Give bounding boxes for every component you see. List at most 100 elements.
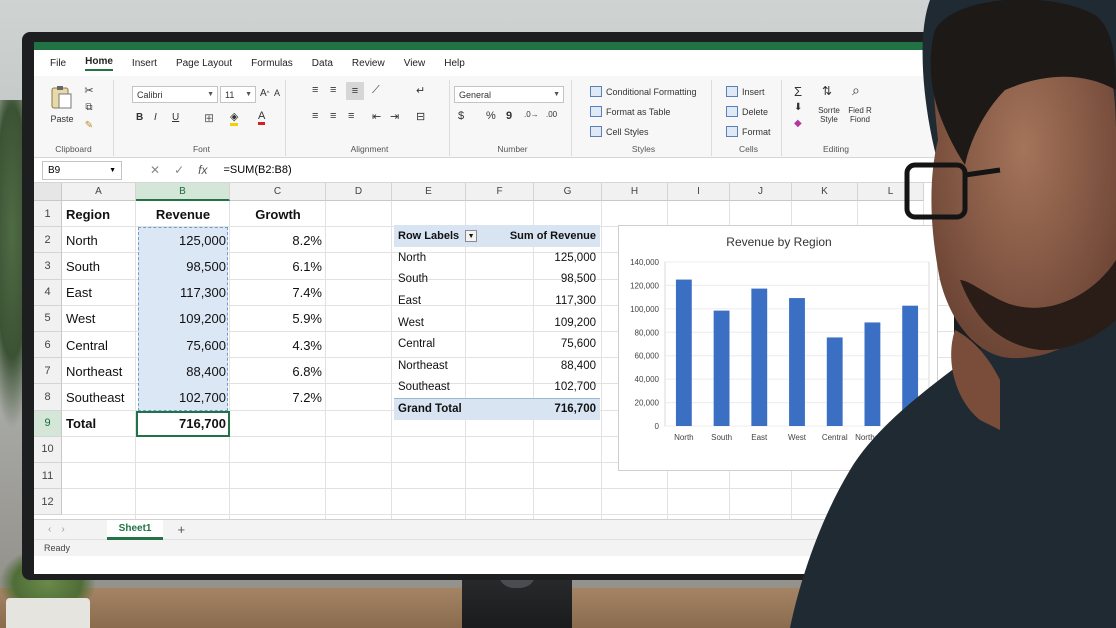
sheet-tab-sheet1[interactable]: Sheet1 <box>106 519 164 540</box>
sheet-nav-arrows-icon[interactable]: ‹› <box>48 524 75 535</box>
menu-tab-page-layout[interactable]: Page Layout <box>176 58 232 69</box>
clear-icon[interactable]: ◆ <box>794 118 802 129</box>
fill-color-icon[interactable]: ◈ <box>230 110 239 126</box>
header-region[interactable]: Region <box>66 201 132 227</box>
cell-revenue[interactable]: 109,200 <box>140 306 226 332</box>
menu-tab-view[interactable]: View <box>404 58 426 69</box>
spreadsheet-grid[interactable]: A B C D E F G H I J K L 1 2 3 4 5 6 7 8 9 10 11 12 Region Revenue… <box>34 183 954 519</box>
pivot-row-label[interactable]: Central <box>398 333 498 355</box>
cell-region[interactable]: Northeast <box>66 358 132 384</box>
underline-button[interactable]: U <box>172 112 179 123</box>
name-box[interactable]: B9 ▼ <box>42 160 122 180</box>
align-top-icon[interactable]: ≡ <box>312 84 318 96</box>
delete-cells-button[interactable]: Delete <box>726 106 768 117</box>
align-center-icon[interactable]: ≡ <box>330 110 336 122</box>
sort-filter-icon[interactable]: ⇅ <box>822 84 832 98</box>
conditional-formatting-button[interactable]: Conditional Formatting <box>590 86 697 97</box>
cell-region[interactable]: South <box>66 253 132 279</box>
increase-indent-icon[interactable]: ⇥ <box>390 110 399 123</box>
row-header-6[interactable]: 6 <box>34 332 62 359</box>
cell-growth[interactable]: 8.2% <box>234 227 322 253</box>
increase-decimal-icon[interactable]: .0→ <box>524 110 539 119</box>
cell-total-value[interactable]: 716,700 <box>140 411 226 437</box>
menu-tab-insert[interactable]: Insert <box>132 58 157 69</box>
align-bottom-icon[interactable]: ≡ <box>346 82 364 100</box>
wrap-text-icon[interactable]: ↵ <box>416 84 425 97</box>
borders-icon[interactable]: ⊞ <box>204 111 214 125</box>
cell-revenue[interactable]: 102,700 <box>140 384 226 410</box>
add-sheet-icon[interactable]: + <box>177 522 185 537</box>
comma-button[interactable]: 9 <box>506 110 512 122</box>
pivot-grand-total-value[interactable]: 716,700 <box>496 398 596 420</box>
percent-button[interactable]: % <box>486 110 496 122</box>
font-name-select[interactable]: Calibri ▼ <box>132 86 218 103</box>
currency-button[interactable]: $ <box>458 110 464 122</box>
pivot-grand-total-label[interactable]: Grand Total <box>398 398 498 420</box>
pivot-row-value[interactable]: 102,700 <box>496 377 596 399</box>
italic-button[interactable]: I <box>154 112 157 123</box>
cancel-icon[interactable]: ✕ <box>150 163 160 177</box>
column-header-b[interactable]: B <box>136 183 230 201</box>
cell-region[interactable]: Central <box>66 332 132 358</box>
row-header-4[interactable]: 4 <box>34 279 62 306</box>
find-select-icon[interactable]: ⌕ <box>852 82 860 99</box>
cell-growth[interactable]: 6.1% <box>234 253 322 279</box>
menu-tab-review[interactable]: Review <box>352 58 385 69</box>
menu-tab-file[interactable]: File <box>50 58 66 69</box>
grow-font-icon[interactable]: A ^ <box>260 88 270 99</box>
pivot-row-value[interactable]: 125,000 <box>496 247 596 269</box>
column-header-j[interactable]: J <box>730 183 792 201</box>
menu-tab-data[interactable]: Data <box>312 58 333 69</box>
column-header-g[interactable]: G <box>534 183 602 201</box>
column-header-d[interactable]: D <box>326 183 392 201</box>
pivot-filter-dropdown-icon[interactable]: ▼ <box>465 230 478 242</box>
column-header-f[interactable]: F <box>466 183 534 201</box>
row-header-1[interactable]: 1 <box>34 201 62 228</box>
row-header-8[interactable]: 8 <box>34 384 62 411</box>
row-header-2[interactable]: 2 <box>34 227 62 254</box>
number-format-select[interactable]: General ▼ <box>454 86 564 103</box>
cell-growth[interactable]: 6.8% <box>234 358 322 384</box>
header-growth[interactable]: Growth <box>234 201 322 227</box>
cell-growth[interactable]: 4.3% <box>234 332 322 358</box>
column-header-l[interactable]: L <box>858 183 924 201</box>
row-header-3[interactable]: 3 <box>34 253 62 280</box>
cell-revenue[interactable]: 98,500 <box>140 253 226 279</box>
cell-region[interactable]: Southeast <box>66 384 132 410</box>
row-header-12[interactable]: 12 <box>34 489 62 516</box>
cell-growth[interactable]: 7.4% <box>234 280 322 306</box>
find-select-button[interactable]: Fied R Fiond <box>846 106 874 124</box>
pivot-row-label[interactable]: South <box>398 269 498 291</box>
menu-tab-home[interactable]: Home <box>85 56 113 71</box>
insert-function-icon[interactable]: fx <box>198 163 207 177</box>
column-header-a[interactable]: A <box>62 183 136 201</box>
select-all-corner[interactable] <box>34 183 62 201</box>
cell-growth[interactable]: 5.9% <box>234 306 322 332</box>
row-header-7[interactable]: 7 <box>34 358 62 385</box>
decrease-decimal-icon[interactable]: .00 <box>546 110 557 119</box>
pivot-row-value[interactable]: 75,600 <box>496 333 596 355</box>
row-header-10[interactable]: 10 <box>34 436 62 463</box>
align-right-icon[interactable]: ≡ <box>348 110 354 122</box>
pivot-row-value[interactable]: 98,500 <box>496 269 596 291</box>
sort-filter-button[interactable]: Sorrte Style <box>816 106 842 124</box>
cell-growth[interactable]: 7.2% <box>234 384 322 410</box>
cell-region[interactable]: East <box>66 280 132 306</box>
menu-tab-help[interactable]: Help <box>444 58 465 69</box>
paste-button[interactable]: Paste <box>42 114 82 124</box>
copy-icon[interactable]: ⧉ <box>82 102 96 113</box>
row-header-9[interactable]: 9 <box>34 410 62 437</box>
align-left-icon[interactable]: ≡ <box>312 110 318 122</box>
cut-icon[interactable]: ✂ <box>82 84 96 97</box>
cell-revenue[interactable]: 75,600 <box>140 332 226 358</box>
format-as-table-button[interactable]: Format as Table <box>590 106 670 117</box>
column-header-e[interactable]: E <box>392 183 466 201</box>
autosum-icon[interactable]: Σ <box>794 84 802 99</box>
format-cells-button[interactable]: Format <box>726 126 771 137</box>
enter-icon[interactable]: ✓ <box>174 163 184 177</box>
pivot-row-label[interactable]: Southeast <box>398 377 498 399</box>
revenue-chart[interactable]: Revenue by Region 0 20,000 40,000 60,000 80,0… <box>618 225 938 471</box>
column-header-k[interactable]: K <box>792 183 858 201</box>
cell-total-label[interactable]: Total <box>66 411 132 437</box>
cell-revenue[interactable]: 125,000 <box>140 227 226 253</box>
